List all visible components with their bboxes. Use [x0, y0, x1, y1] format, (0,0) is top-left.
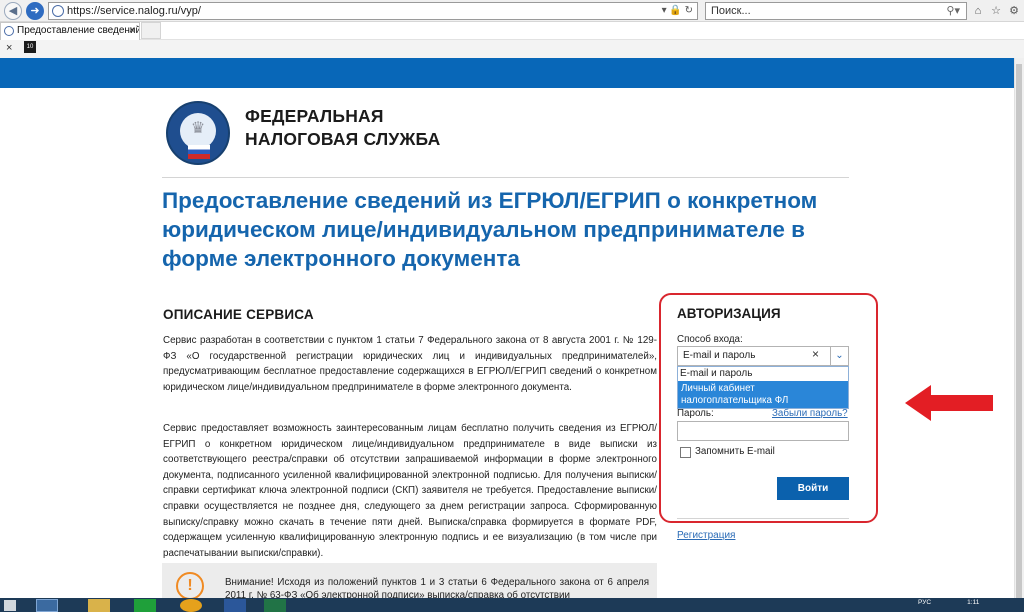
login-method-value[interactable]: E-mail и пароль: [683, 350, 755, 361]
close-tab-icon[interactable]: ×: [129, 23, 135, 39]
password-input[interactable]: [677, 421, 849, 441]
url-input[interactable]: https://service.nalog.ru/vyp/ ▾ 🔒 ↻: [48, 2, 698, 20]
search-input[interactable]: Поиск... ⚲▾: [705, 2, 967, 20]
divider: [162, 177, 849, 178]
site-top-bar: [0, 58, 1014, 88]
login-button[interactable]: Войти: [777, 477, 849, 500]
chevron-down-icon[interactable]: ⌄: [830, 347, 848, 365]
remember-email-checkbox[interactable]: [680, 447, 691, 458]
description-paragraph-1: Сервис разработан в соответствии с пункт…: [163, 335, 657, 393]
description-heading: ОПИСАНИЕ СЕРВИСА: [163, 307, 314, 322]
ie-icon[interactable]: [36, 599, 58, 612]
excel-icon[interactable]: [264, 599, 286, 612]
red-arrow-icon: [905, 385, 993, 421]
login-option-email[interactable]: E-mail и пароль: [680, 368, 752, 379]
clear-icon[interactable]: ×: [812, 347, 819, 361]
flag-icon: [188, 145, 210, 159]
divider: [677, 518, 849, 519]
language-indicator[interactable]: РУС: [918, 599, 931, 606]
warning-text: Внимание! Исходя из положений пунктов 1 …: [225, 577, 649, 598]
page-title: Предоставление сведений из ЕГРЮЛ/ЕГРИП о…: [162, 188, 818, 271]
auth-heading: АВТОРИЗАЦИЯ: [677, 306, 781, 321]
back-icon[interactable]: ◀: [4, 2, 22, 20]
description-paragraph-2: Сервис предоставляет возможность заинтер…: [163, 423, 657, 559]
store-icon[interactable]: [134, 599, 156, 612]
search-placeholder: Поиск...: [711, 5, 751, 17]
start-icon[interactable]: [4, 600, 16, 611]
word-icon[interactable]: [224, 599, 246, 612]
remember-email-label[interactable]: Запомнить E-mail: [695, 446, 775, 457]
clock[interactable]: 1:11: [967, 599, 979, 606]
home-icon[interactable]: ⌂: [970, 2, 986, 20]
tab-active[interactable]: Предоставление сведений... ×: [0, 22, 140, 40]
site-icon: [4, 26, 14, 36]
system-tray[interactable]: РУС 1:11: [918, 599, 979, 606]
warning-icon: !: [176, 572, 204, 600]
search-icon[interactable]: ⚲▾: [946, 3, 960, 19]
site-icon: [52, 5, 64, 17]
url-text: https://service.nalog.ru/vyp/: [67, 5, 201, 17]
scrollbar-thumb[interactable]: [1016, 64, 1022, 604]
favorite-badge[interactable]: 10: [24, 41, 36, 53]
org-name[interactable]: ФЕДЕРАЛЬНАЯ НАЛОГОВАЯ СЛУЖБА: [245, 105, 465, 151]
lock-icon[interactable]: ▾ 🔒 ↻: [662, 3, 693, 19]
org-name-line1: ФЕДЕРАЛЬНАЯ: [245, 106, 384, 126]
favorites-icon[interactable]: ☆: [988, 2, 1004, 20]
gear-icon[interactable]: ⚙: [1006, 2, 1022, 20]
password-label: Пароль:: [677, 408, 714, 419]
eagle-icon: ♛: [190, 120, 206, 137]
forgot-password-link[interactable]: Забыли пароль?: [772, 408, 848, 419]
fns-emblem-logo[interactable]: ♛: [166, 101, 230, 165]
tab-title: Предоставление сведений...: [17, 25, 140, 36]
login-method-label: Способ входа:: [677, 334, 743, 345]
chrome-icon[interactable]: [180, 599, 202, 612]
new-tab-button[interactable]: [141, 22, 161, 39]
close-icon[interactable]: ×: [6, 42, 12, 54]
org-name-line2: НАЛОГОВАЯ СЛУЖБА: [245, 129, 441, 149]
forward-icon[interactable]: ➜: [26, 2, 44, 20]
login-option-personal-cabinet[interactable]: Личный кабинет налогоплательщика ФЛ: [678, 381, 848, 408]
explorer-icon[interactable]: [88, 599, 110, 612]
register-link[interactable]: Регистрация: [677, 530, 735, 541]
favorites-bar: [0, 40, 1024, 58]
